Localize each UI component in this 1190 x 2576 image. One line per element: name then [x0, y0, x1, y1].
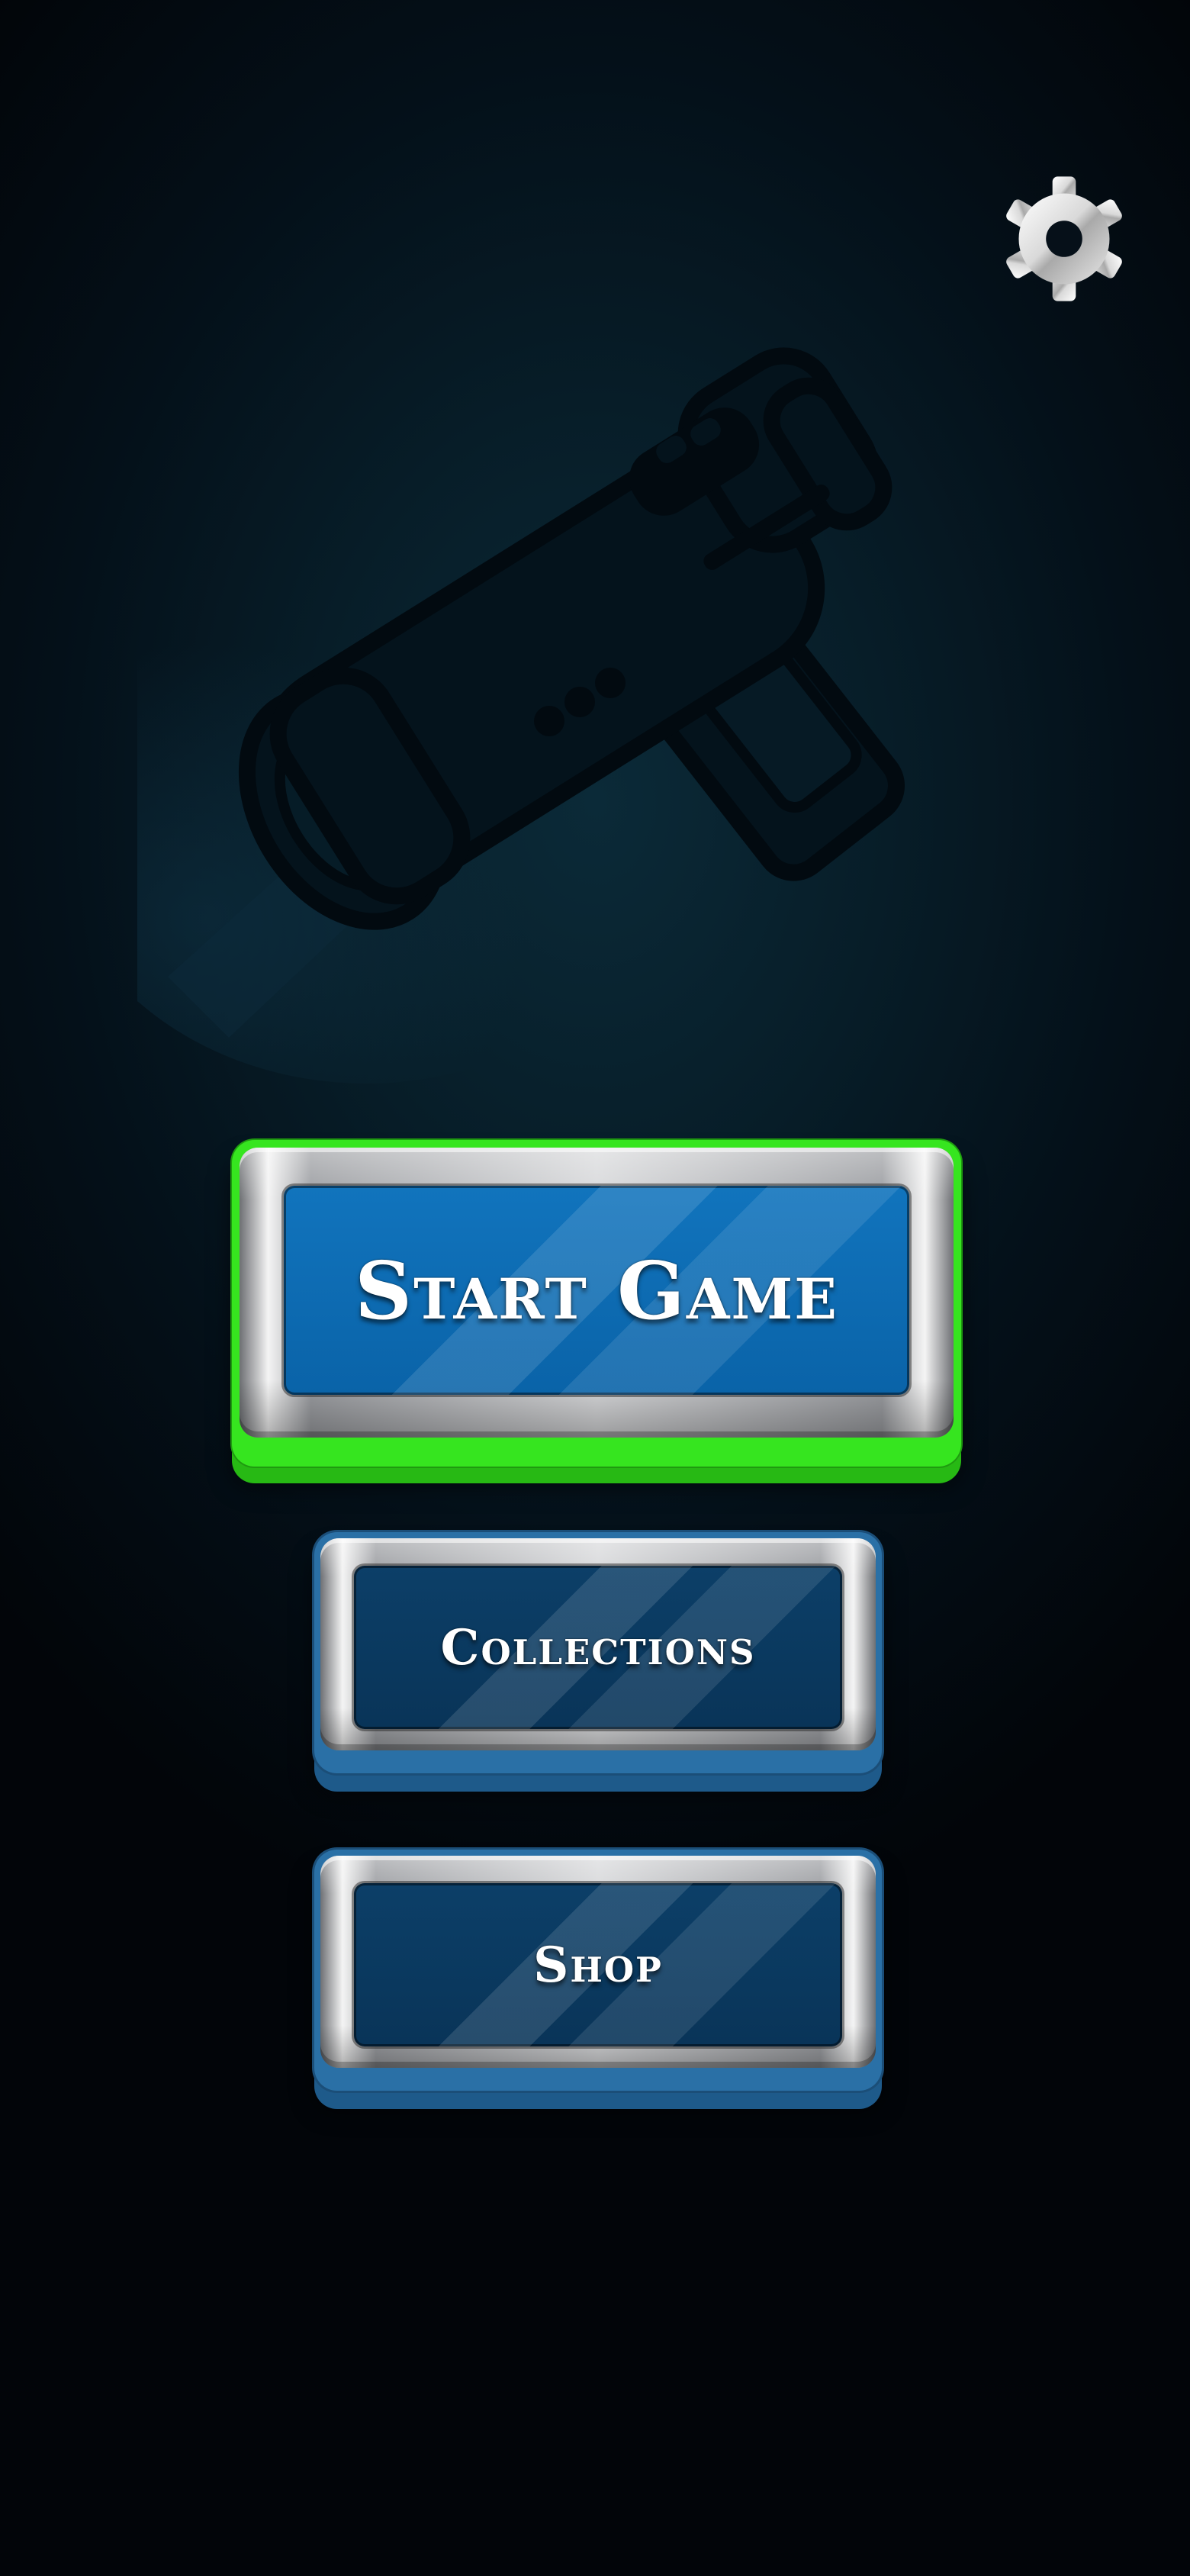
settings-button[interactable]: [999, 174, 1129, 304]
collections-button[interactable]: Collections: [314, 1532, 882, 1773]
start-game-label: Start Game: [355, 1243, 838, 1338]
collections-panel: Collections: [354, 1566, 842, 1729]
main-menu-screen: Start Game Collections Shop: [0, 0, 1190, 2576]
collections-label: Collections: [440, 1618, 756, 1676]
start-game-button[interactable]: Start Game: [232, 1140, 961, 1467]
blaster-background-art: [137, 347, 905, 1084]
shop-label: Shop: [533, 1936, 663, 1994]
shop-panel: Shop: [354, 1883, 842, 2046]
start-game-panel: Start Game: [284, 1186, 909, 1395]
shop-button[interactable]: Shop: [314, 1850, 882, 2091]
gear-icon: [1006, 176, 1122, 301]
